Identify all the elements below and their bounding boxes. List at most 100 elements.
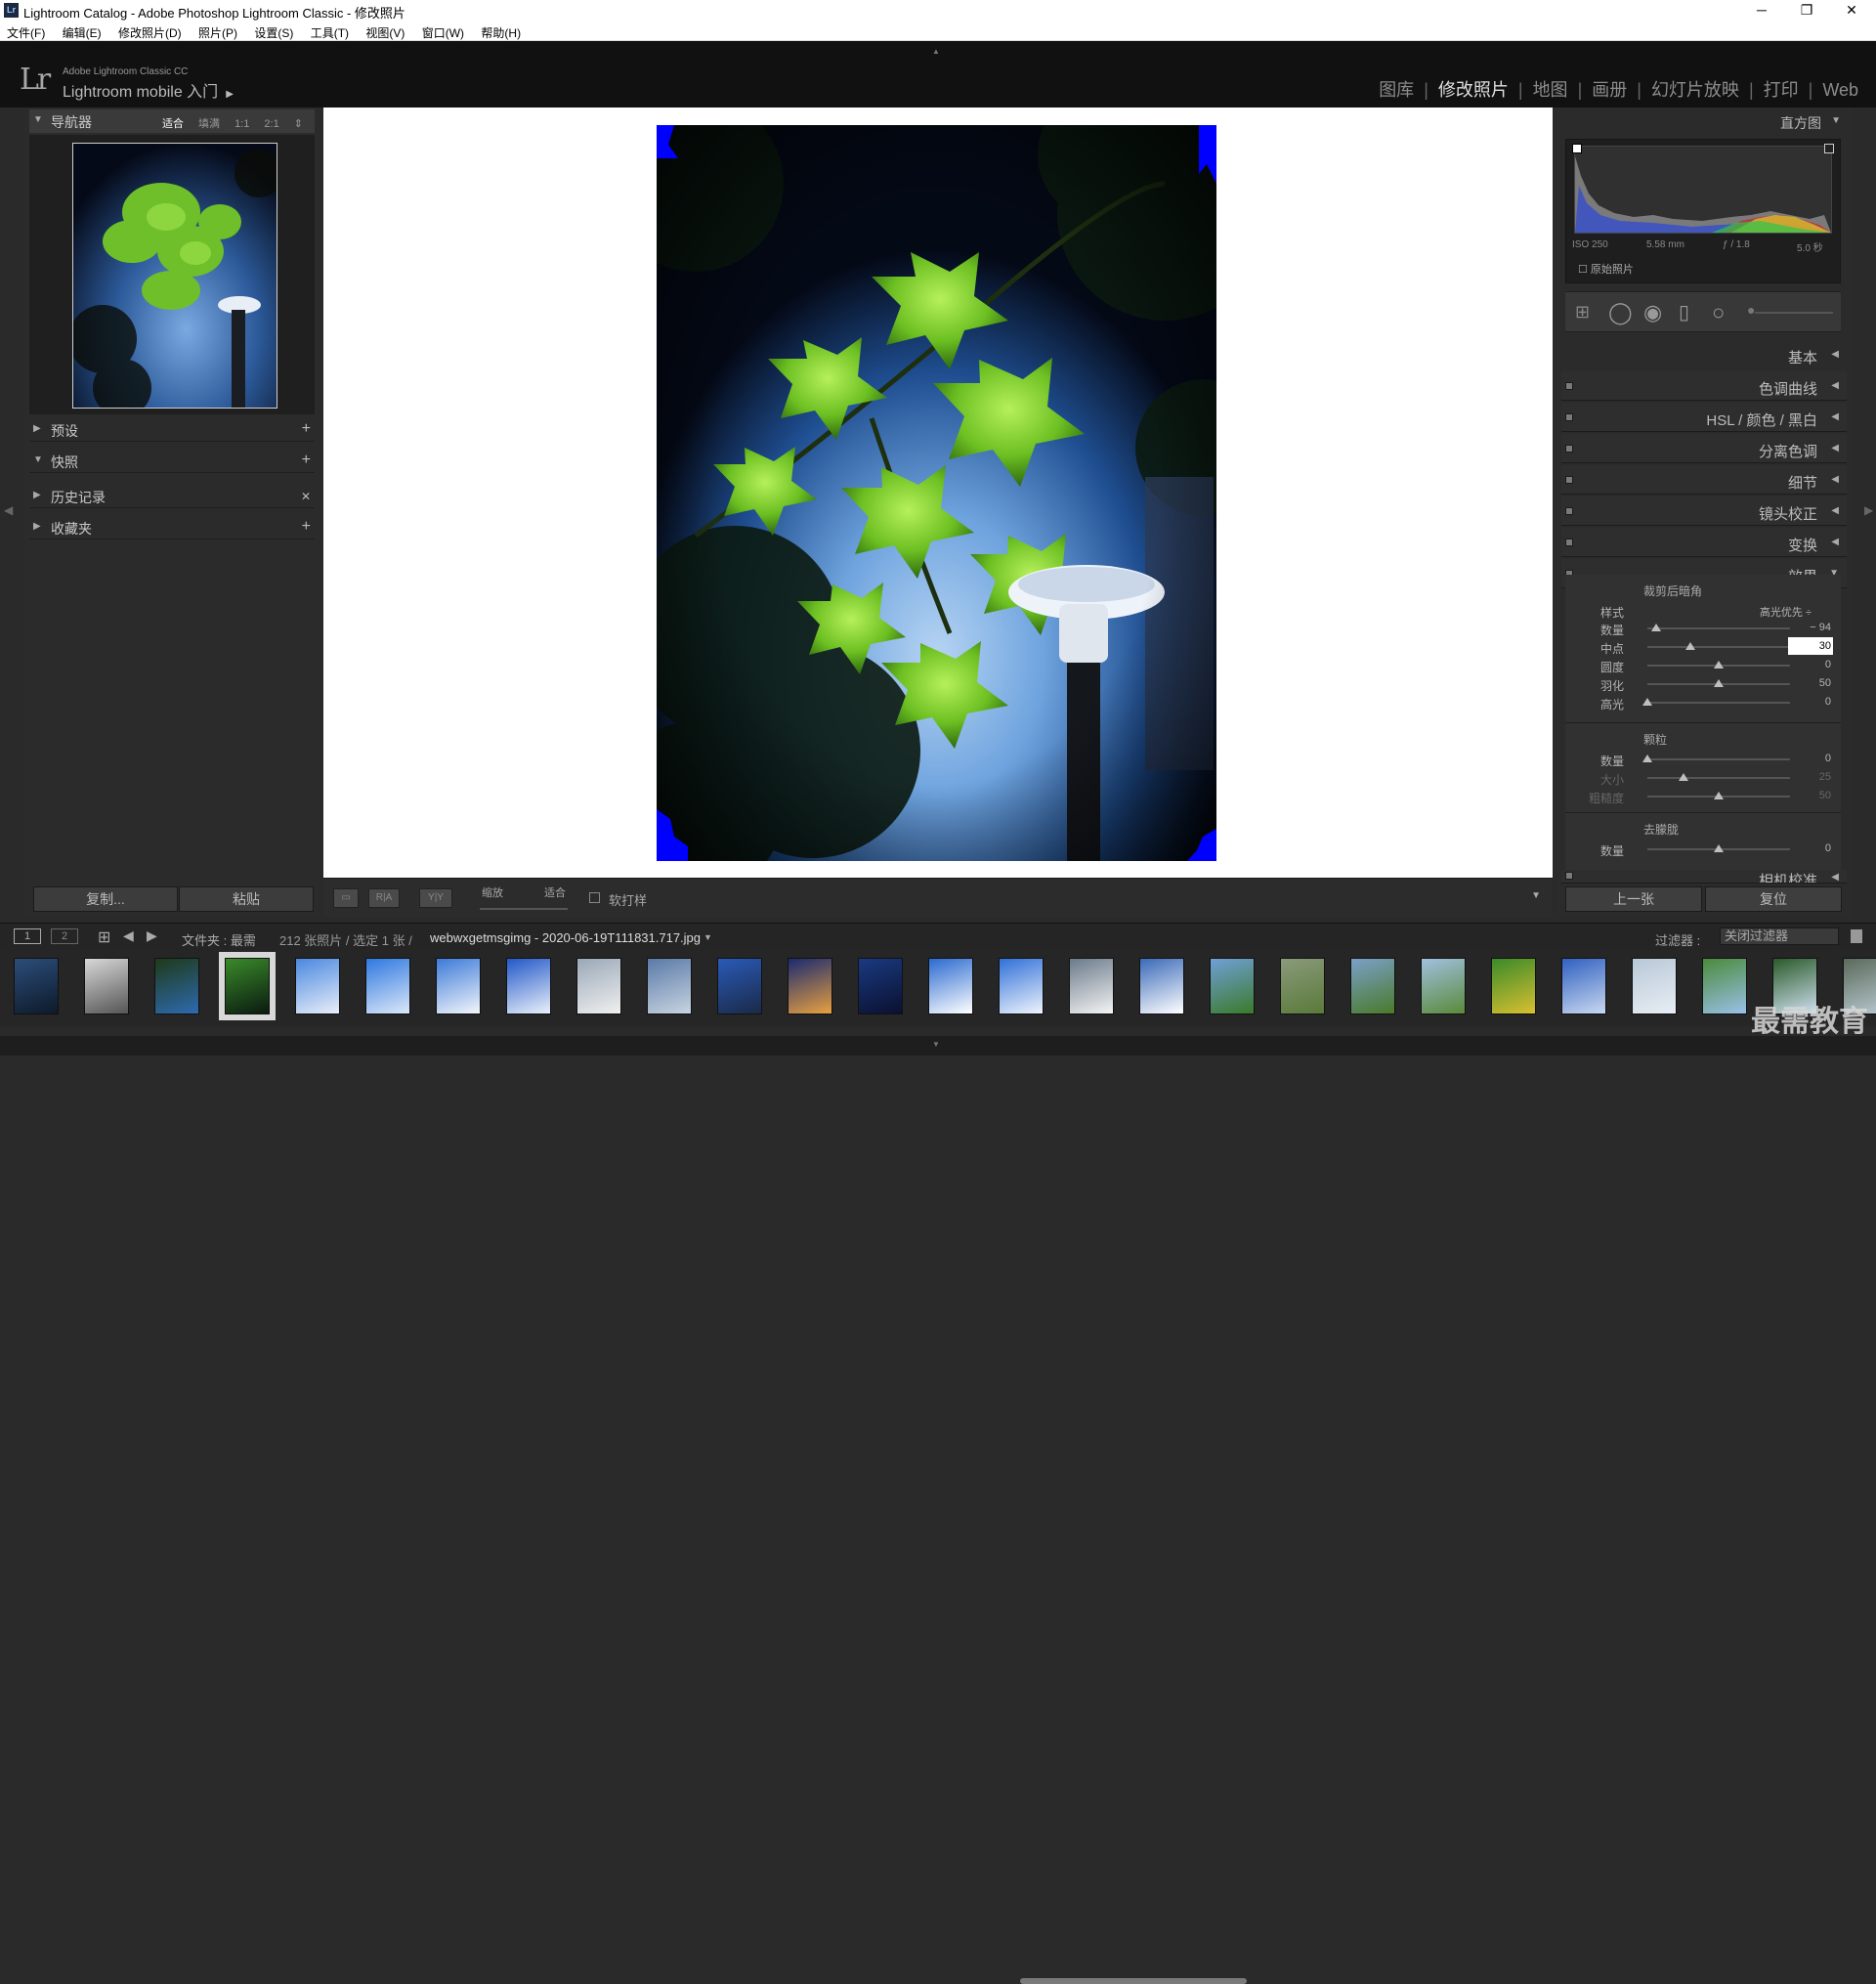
lightroom-mobile-link[interactable]: Lightroom mobile 入门 ▶	[63, 78, 234, 102]
red-eye-icon[interactable]: ◉	[1643, 300, 1662, 325]
module-map[interactable]: 地图	[1527, 80, 1574, 100]
menu-photo[interactable]: 照片(P)	[192, 22, 244, 41]
before-after-ra-button[interactable]: R|A	[368, 888, 400, 908]
crop-tool-icon[interactable]: ⊞	[1575, 302, 1590, 323]
filmstrip-thumbnail[interactable]	[1069, 958, 1114, 1014]
slider-track[interactable]	[1647, 844, 1790, 852]
back-arrow-icon[interactable]: ◀	[123, 927, 134, 944]
menu-tools[interactable]: 工具(T)	[304, 22, 356, 41]
slider-thumb[interactable]	[1714, 679, 1724, 687]
clear-history-icon[interactable]: ✕	[301, 490, 311, 503]
module-develop[interactable]: 修改照片	[1432, 80, 1514, 100]
current-filename[interactable]: webwxgetmsgimg - 2020-06-19T111831.717.j…	[430, 930, 701, 945]
zoom-stepper-icon[interactable]: ⇕	[294, 118, 303, 130]
navigator-header[interactable]: ▼ 导航器 适合 填满 1:1 2:1 ⇕	[29, 109, 315, 133]
spot-removal-icon[interactable]: ◯	[1608, 300, 1633, 325]
module-print[interactable]: 打印	[1758, 80, 1805, 100]
toolbar-menu-icon[interactable]: ▼	[1531, 890, 1541, 901]
filmstrip-thumbnail[interactable]	[1632, 958, 1677, 1014]
menu-file[interactable]: 文件(F)	[0, 22, 52, 41]
slider-thumb[interactable]	[1678, 773, 1688, 781]
collapse-left-icon[interactable]: ◀	[4, 503, 13, 517]
filmstrip-thumbnail[interactable]	[1280, 958, 1325, 1014]
zoom-slider[interactable]	[480, 908, 568, 910]
before-after-yy-button[interactable]: Y|Y	[419, 888, 452, 908]
panel-toggle-switch[interactable]	[1565, 507, 1573, 515]
filmstrip-thumbnail[interactable]	[154, 958, 199, 1014]
close-button[interactable]: ✕	[1829, 0, 1874, 22]
screen-1-button[interactable]: 1	[14, 928, 41, 944]
navigator-thumbnail[interactable]	[72, 143, 277, 409]
panel-toggle-switch[interactable]	[1565, 413, 1573, 421]
loupe-view-icon[interactable]: ▭	[333, 888, 359, 908]
collapse-right-icon[interactable]: ▶	[1864, 503, 1873, 517]
filmstrip-thumbnail[interactable]	[1491, 958, 1536, 1014]
radial-filter-icon[interactable]: ○	[1712, 300, 1725, 325]
main-photo[interactable]	[657, 125, 1216, 861]
main-image-canvas[interactable]	[323, 108, 1553, 878]
basic-section-header[interactable]: 基本 ◀	[1561, 340, 1847, 369]
menu-view[interactable]: 视图(V)	[359, 22, 411, 41]
copy-settings-button[interactable]: 复制...	[33, 886, 178, 912]
adjustment-brush-icon[interactable]: ●	[1747, 302, 1755, 318]
grid-view-icon[interactable]: ⊞	[98, 927, 110, 947]
screen-2-button[interactable]: 2	[51, 928, 78, 944]
add-preset-icon[interactable]: +	[302, 420, 311, 438]
adjustment-brush-slider[interactable]	[1755, 312, 1833, 314]
slider-track[interactable]	[1642, 755, 1790, 762]
slider-track[interactable]	[1647, 773, 1790, 781]
camera-calibration-header[interactable]: 相机校准 ◀	[1561, 870, 1847, 884]
add-collection-icon[interactable]: +	[302, 518, 311, 536]
detail-header[interactable]: 细节 ◀	[1561, 465, 1847, 495]
collapse-bottom-icon[interactable]: ▼	[932, 1040, 940, 1049]
filename-dropdown-icon[interactable]: ▼	[704, 932, 712, 942]
menu-edit[interactable]: 编辑(E)	[56, 22, 108, 41]
filmstrip-thumbnail[interactable]	[219, 952, 276, 1020]
slider-track[interactable]	[1647, 642, 1790, 650]
module-web[interactable]: Web	[1816, 80, 1864, 100]
slider-track[interactable]	[1647, 624, 1790, 631]
filmstrip-thumbnail[interactable]	[1702, 958, 1747, 1014]
graduated-filter-icon[interactable]: ▯	[1679, 300, 1689, 324]
highlight-clipping-icon[interactable]	[1824, 144, 1834, 153]
hsl-header[interactable]: HSL / 颜色 / 黑白 ◀	[1561, 403, 1847, 432]
filmstrip-thumbnail[interactable]	[1561, 958, 1606, 1014]
panel-toggle-switch[interactable]	[1565, 382, 1573, 390]
shadow-clipping-icon[interactable]	[1572, 144, 1582, 153]
slider-thumb[interactable]	[1684, 642, 1695, 650]
slider-value-input[interactable]: 30	[1788, 637, 1833, 655]
filmstrip-thumbnail[interactable]	[928, 958, 973, 1014]
panel-toggle-switch[interactable]	[1565, 872, 1573, 880]
filmstrip-thumbnail[interactable]	[295, 958, 340, 1014]
paste-settings-button[interactable]: 粘贴	[179, 886, 314, 912]
slider-thumb[interactable]	[1650, 624, 1661, 631]
filmstrip-thumbnail[interactable]	[999, 958, 1044, 1014]
slider-thumb[interactable]	[1714, 792, 1724, 799]
filmstrip-thumbnail[interactable]	[436, 958, 481, 1014]
minimize-button[interactable]: ─	[1739, 0, 1784, 22]
filmstrip-thumbnail[interactable]	[1210, 958, 1255, 1014]
presets-header[interactable]: ▶ 预设 +	[29, 418, 315, 442]
collapse-top-icon[interactable]: ▲	[932, 47, 940, 56]
menu-help[interactable]: 帮助(H)	[474, 22, 528, 41]
transform-header[interactable]: 变换 ◀	[1561, 528, 1847, 557]
filter-dropdown[interactable]: 关闭过滤器	[1720, 927, 1839, 945]
history-header[interactable]: ▶ 历史记录 ✕	[29, 485, 315, 508]
slider-thumb[interactable]	[1642, 698, 1652, 706]
filmstrip-thumbnail[interactable]	[1350, 958, 1395, 1014]
slider-thumb[interactable]	[1714, 844, 1724, 852]
slider-track[interactable]	[1642, 698, 1790, 706]
slider-thumb[interactable]	[1714, 661, 1724, 669]
add-snapshot-icon[interactable]: +	[302, 452, 311, 469]
menu-develop[interactable]: 修改照片(D)	[111, 22, 189, 41]
module-slideshow[interactable]: 幻灯片放映	[1645, 80, 1745, 100]
menu-window[interactable]: 窗口(W)	[415, 22, 471, 41]
filmstrip-thumbnail[interactable]	[365, 958, 410, 1014]
filmstrip-thumbnail[interactable]	[506, 958, 551, 1014]
filmstrip-thumbnail[interactable]	[647, 958, 692, 1014]
split-toning-header[interactable]: 分离色调 ◀	[1561, 434, 1847, 463]
filmstrip-thumbnail[interactable]	[717, 958, 762, 1014]
maximize-button[interactable]: ❐	[1784, 0, 1829, 22]
filmstrip-scrollbar[interactable]	[1020, 1978, 1247, 1984]
softproof-checkbox[interactable]	[589, 892, 600, 903]
